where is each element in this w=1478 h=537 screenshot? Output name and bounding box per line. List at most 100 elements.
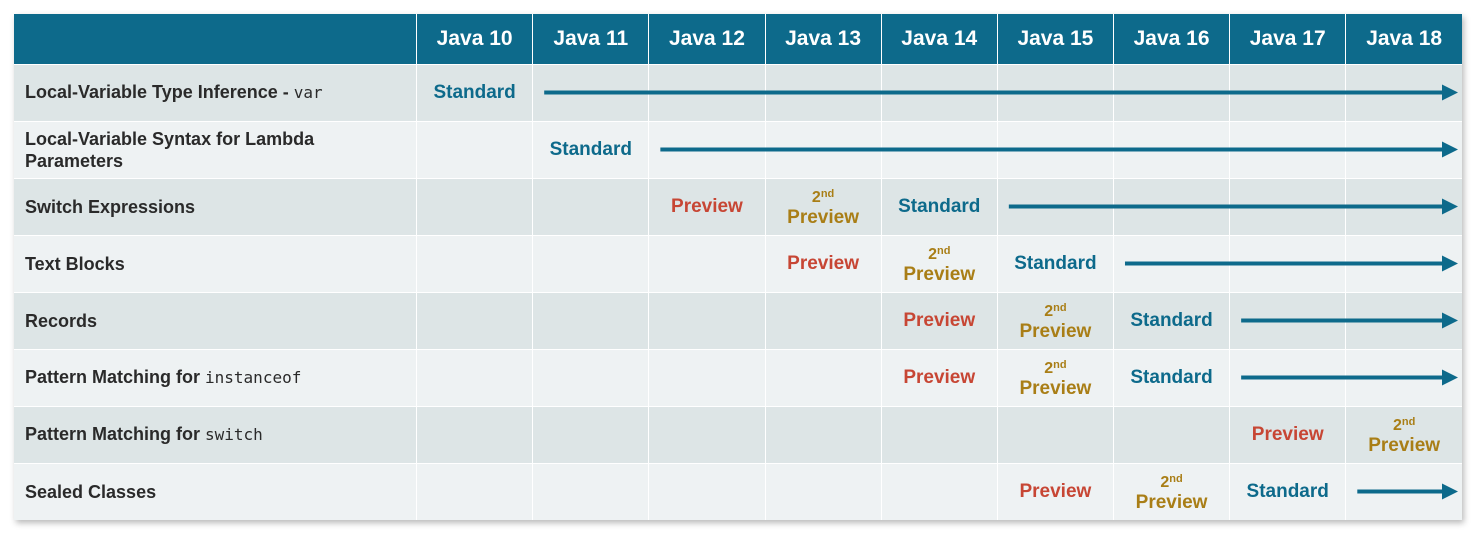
- status-cell: [416, 234, 533, 292]
- status-cell: [532, 63, 649, 121]
- status-cell: [416, 462, 533, 520]
- column-header: Java 12: [648, 14, 766, 64]
- table-row: Switch Expressions Preview 2nd Preview Stand…: [14, 177, 1462, 235]
- feature-name: Sealed Classes: [25, 481, 157, 502]
- status-cell: [1112, 405, 1230, 463]
- ordinal-number: 2: [811, 188, 821, 206]
- second-preview-word: Preview: [1135, 491, 1208, 513]
- column-header: Java 13: [764, 14, 882, 64]
- column-header: Java 14: [880, 14, 998, 64]
- header-row: Java 10 Java 11 Java 12 Java 13 Java 14 Java …: [14, 14, 1462, 64]
- second-preview-word: Preview: [1368, 434, 1441, 456]
- status-cell: [764, 348, 882, 406]
- status-cell: [1229, 177, 1346, 235]
- status-cell: Preview: [996, 462, 1114, 520]
- second-preview-word: Preview: [1019, 377, 1092, 399]
- feature-name: Records: [25, 310, 98, 331]
- status-cell: [764, 405, 882, 463]
- table-row: Pattern Matching for switch Preview 2nd Pre…: [14, 405, 1462, 463]
- standard-status-label: Standard: [1246, 480, 1329, 502]
- ordinal-number: 2: [1044, 302, 1054, 320]
- status-cell: [764, 120, 882, 178]
- feature-name-cell: Switch Expressions: [14, 177, 417, 235]
- preview-status-label: Preview: [903, 366, 976, 388]
- feature-name-cell: Pattern Matching for switch: [14, 405, 417, 463]
- second-preview-word: Preview: [903, 263, 976, 285]
- second-preview-word: Preview: [1019, 320, 1092, 342]
- ordinal-suffix: nd: [936, 244, 951, 257]
- feature-name: Text Blocks: [25, 253, 125, 274]
- feature-name-cell: Pattern Matching for instanceof: [14, 348, 417, 406]
- second-preview-status-label: 2nd Preview: [882, 242, 997, 286]
- status-cell: [416, 405, 533, 463]
- status-cell: Standard: [532, 120, 649, 178]
- feature-code-keyword: var: [293, 83, 323, 102]
- status-cell: [416, 291, 533, 349]
- status-cell: Standard: [996, 234, 1114, 292]
- feature-name: Local-Variable Syntax for Lambda Paramet…: [25, 128, 315, 171]
- table-row: Local-Variable Syntax for Lambda Paramet…: [14, 120, 1462, 178]
- status-cell: Preview: [1229, 405, 1346, 463]
- feature-name: Switch Expressions: [25, 196, 196, 217]
- status-cell: [1229, 63, 1346, 121]
- status-cell: Preview: [648, 177, 766, 235]
- status-cell: Preview: [880, 348, 998, 406]
- second-ordinal: 2nd: [766, 185, 881, 207]
- column-header: Java 10: [416, 14, 533, 64]
- status-cell: [648, 120, 766, 178]
- status-cell: [1345, 348, 1462, 406]
- table-row: Sealed Classes Preview 2nd Preview Standard: [14, 462, 1462, 520]
- status-cell: [996, 405, 1114, 463]
- feature-timeline-table-frame: Java 10 Java 11 Java 12 Java 13 Java 14 Java …: [14, 14, 1462, 520]
- feature-name: Pattern Matching for: [25, 424, 206, 444]
- second-preview-status-label: 2nd Preview: [766, 185, 881, 229]
- feature-code-keyword: instanceof: [205, 368, 302, 387]
- standard-status-label: Standard: [1130, 366, 1213, 388]
- preview-status-label: Preview: [787, 252, 859, 274]
- feature-code-keyword: switch: [205, 425, 263, 444]
- second-ordinal: 2nd: [998, 299, 1113, 321]
- status-cell: [764, 462, 882, 520]
- status-cell: [532, 177, 649, 235]
- ordinal-number: 2: [1044, 359, 1054, 377]
- feature-name-cell: Records: [14, 291, 417, 349]
- status-cell: [880, 120, 998, 178]
- ordinal-suffix: nd: [820, 187, 835, 200]
- status-cell: [1345, 234, 1462, 292]
- second-ordinal: 2nd: [882, 242, 997, 264]
- feature-name: Local-Variable Type Inference -: [25, 82, 294, 102]
- status-cell: [1229, 348, 1346, 406]
- status-cell: [1345, 177, 1462, 235]
- status-cell: [996, 63, 1114, 121]
- status-cell: [416, 348, 533, 406]
- status-cell: [1229, 291, 1346, 349]
- standard-status-label: Standard: [549, 138, 632, 160]
- status-cell: Standard: [1229, 462, 1346, 520]
- column-header: Java 15: [996, 14, 1114, 64]
- status-cell: 2nd Preview: [996, 348, 1114, 406]
- status-cell: [880, 63, 998, 121]
- table-row: Text Blocks Preview 2nd Preview Standard: [14, 234, 1462, 292]
- status-cell: [1229, 234, 1346, 292]
- ordinal-suffix: nd: [1169, 472, 1183, 485]
- status-cell: [880, 405, 998, 463]
- status-cell: [1345, 291, 1462, 349]
- table-row: Records Preview 2nd Preview Standard: [14, 291, 1462, 349]
- column-header: Java 11: [532, 14, 649, 64]
- status-cell: [648, 291, 766, 349]
- second-preview-word: Preview: [787, 206, 859, 228]
- status-cell: 2nd Preview: [880, 234, 998, 292]
- status-cell: [1112, 63, 1230, 121]
- standard-status-label: Standard: [898, 195, 981, 217]
- standard-status-label: Standard: [433, 81, 516, 103]
- status-cell: [880, 462, 998, 520]
- table-row: Pattern Matching for instanceof Preview 2n…: [14, 348, 1462, 406]
- status-cell: [1345, 462, 1462, 520]
- status-cell: 2nd Preview: [1345, 405, 1462, 463]
- status-cell: [416, 120, 533, 178]
- status-cell: Standard: [1112, 291, 1230, 349]
- status-cell: [1229, 120, 1346, 178]
- standard-status-label: Standard: [1014, 252, 1097, 274]
- second-preview-status-label: 2nd Preview: [1114, 470, 1229, 514]
- ordinal-suffix: nd: [1053, 358, 1067, 371]
